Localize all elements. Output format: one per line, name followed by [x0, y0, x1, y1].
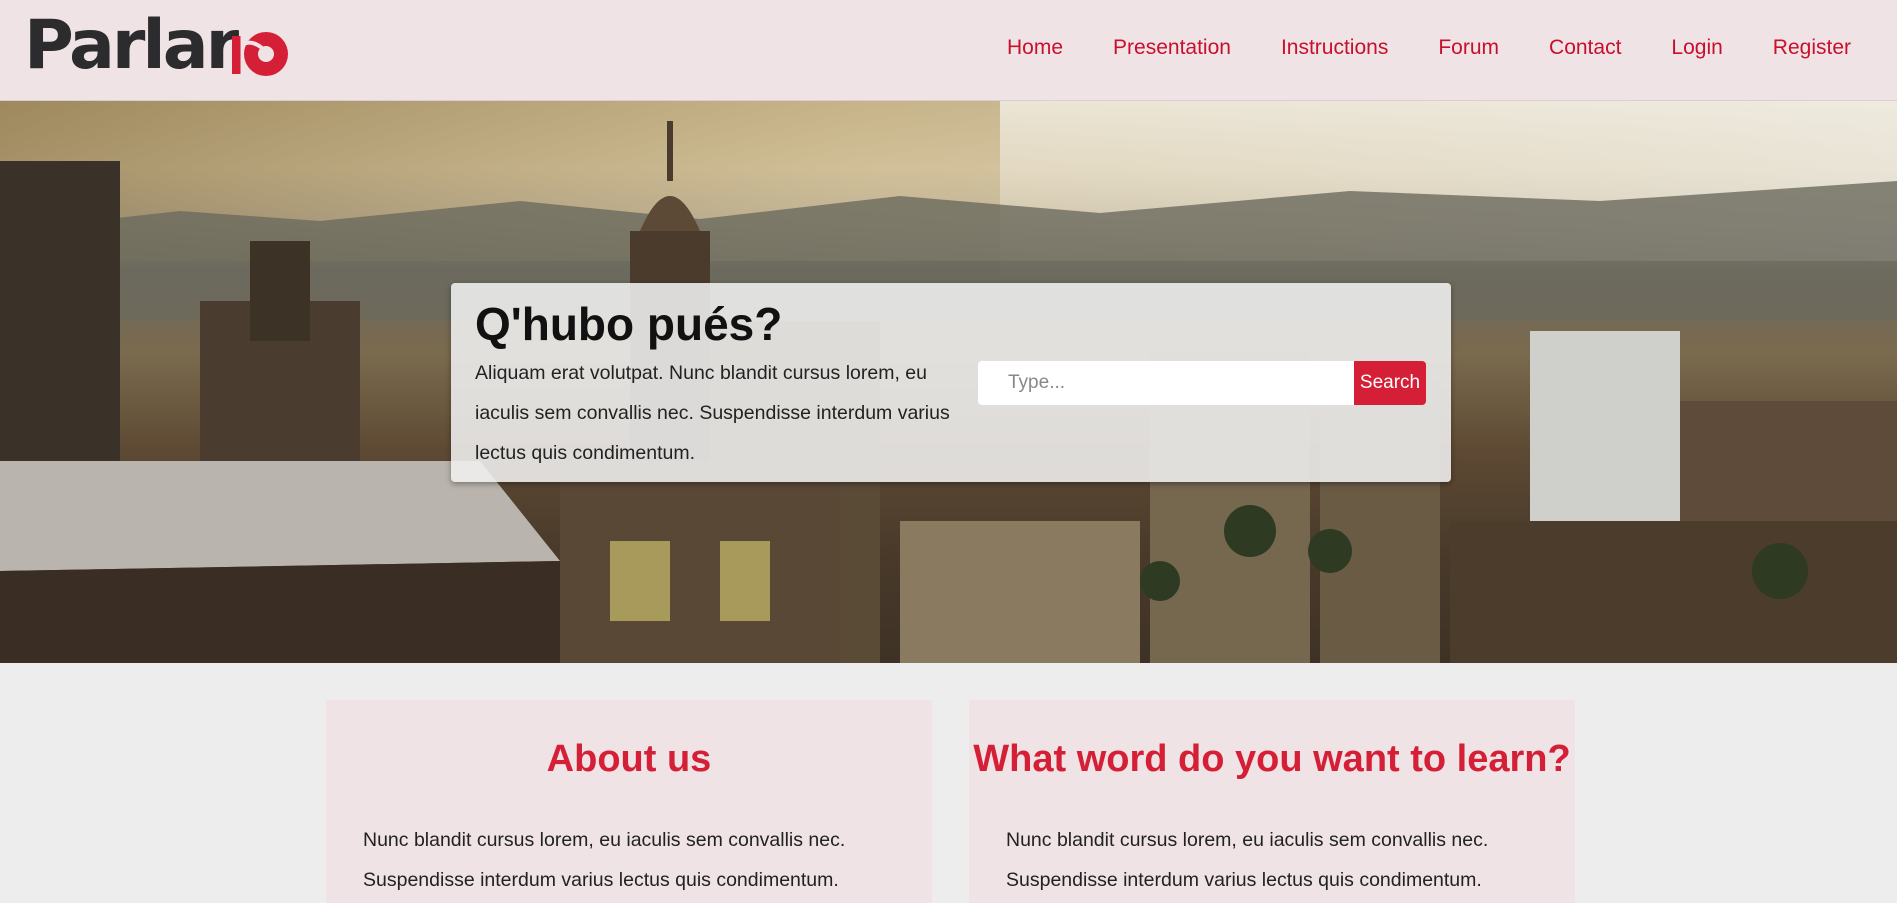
logo-swirl-icon [232, 32, 289, 76]
hero-banner: Q'hubo pués? Aliquam erat volutpat. Nunc… [0, 101, 1897, 663]
nav-home[interactable]: Home [1007, 36, 1063, 60]
nav-contact[interactable]: Contact [1549, 36, 1621, 60]
hero-description: Aliquam erat volutpat. Nunc blandit curs… [475, 362, 950, 464]
hero-title: Q'hubo pués? [475, 298, 783, 350]
card-text: Nunc blandit cursus lorem, eu iaculis se… [1006, 829, 1489, 891]
site-header: Parlar Home Presentation Instructions Fo… [0, 0, 1897, 101]
about-us-card: About us Nunc blandit cursus lorem, eu i… [326, 700, 932, 903]
card-title: What word do you want to learn? [973, 738, 1571, 780]
learn-word-card: What word do you want to learn? Nunc bla… [969, 700, 1575, 903]
nav-presentation[interactable]: Presentation [1113, 36, 1231, 60]
parlario-logo[interactable]: Parlar [24, 6, 294, 85]
nav-register[interactable]: Register [1773, 36, 1851, 60]
search-form: Search [978, 361, 1426, 405]
main-nav: Home Presentation Instructions Forum Con… [1007, 36, 1851, 60]
nav-login[interactable]: Login [1671, 36, 1722, 60]
card-title: About us [546, 738, 712, 780]
nav-instructions[interactable]: Instructions [1281, 36, 1388, 60]
nav-forum[interactable]: Forum [1438, 36, 1499, 60]
hero-card: Q'hubo pués? Aliquam erat volutpat. Nunc… [451, 283, 1451, 482]
card-text: Nunc blandit cursus lorem, eu iaculis se… [363, 829, 846, 891]
logo-wordmark: Parlar [24, 6, 239, 85]
search-input[interactable] [978, 361, 1354, 405]
search-button[interactable]: Search [1354, 361, 1426, 405]
